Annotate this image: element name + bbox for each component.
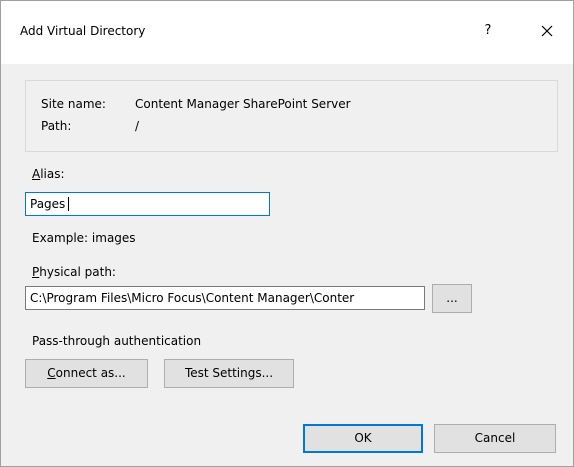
ok-button[interactable]: OK xyxy=(303,424,423,453)
close-icon xyxy=(541,25,553,37)
pass-through-authentication-heading: Pass-through authentication xyxy=(32,334,202,348)
test-settings-button[interactable]: Test Settings... xyxy=(164,359,294,388)
site-info-panel: Site name: Content Manager SharePoint Se… xyxy=(25,80,558,152)
dialog-title: Add Virtual Directory xyxy=(20,24,146,38)
title-bar: Add Virtual Directory ? xyxy=(1,1,573,64)
physical-path-label-text: hysical path: xyxy=(39,265,116,279)
browse-button[interactable]: ... xyxy=(432,284,472,313)
alias-input-value: Pages xyxy=(30,197,66,211)
add-virtual-directory-dialog: Add Virtual Directory ? Site name: Conte… xyxy=(0,0,574,467)
alias-input[interactable]: Pages xyxy=(25,192,270,216)
connect-as-label: onnect as... xyxy=(55,366,126,380)
help-button[interactable]: ? xyxy=(478,21,498,41)
site-name-value: Content Manager SharePoint Server xyxy=(135,97,351,111)
connect-as-button[interactable]: Connect as... xyxy=(25,359,148,388)
close-button[interactable] xyxy=(536,21,558,41)
physical-path-label: Physical path: xyxy=(32,265,116,279)
alias-label-text: lias: xyxy=(40,167,65,181)
physical-path-input-value: C:\Program Files\Micro Focus\Content Man… xyxy=(30,291,355,305)
connect-as-mnemonic: C xyxy=(47,366,56,380)
alias-example-text: Example: images xyxy=(32,231,136,245)
physical-path-input[interactable]: C:\Program Files\Micro Focus\Content Man… xyxy=(25,286,425,310)
cancel-button[interactable]: Cancel xyxy=(434,424,556,453)
path-value: / xyxy=(135,119,140,133)
site-name-label: Site name: xyxy=(41,97,106,111)
text-caret xyxy=(68,197,69,211)
path-label: Path: xyxy=(41,119,72,133)
alias-label: Alias: xyxy=(32,167,65,181)
alias-label-mnemonic: A xyxy=(32,167,41,181)
help-icon: ? xyxy=(484,23,492,38)
